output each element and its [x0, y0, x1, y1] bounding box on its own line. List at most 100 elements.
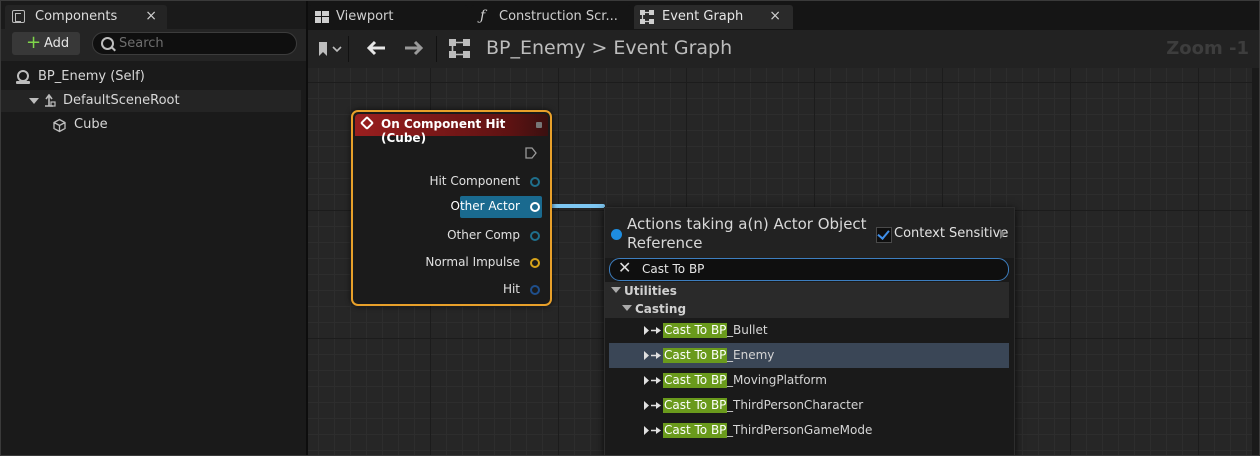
- pin-label: Normal Impulse: [425, 255, 520, 269]
- tree-item-label: BP_Enemy (Self): [38, 69, 145, 84]
- cast-node-icon: [644, 376, 661, 385]
- event-graph-icon: [449, 39, 470, 58]
- object-reference-icon: [611, 229, 622, 240]
- pin-icon[interactable]: [530, 285, 540, 295]
- action-menu: Actions taking a(n) Actor Object Referen…: [604, 207, 1015, 455]
- cast-node-icon: [644, 326, 661, 335]
- add-component-button[interactable]: + Add: [12, 32, 80, 55]
- bookmark-icon[interactable]: [318, 41, 344, 57]
- add-button-label: Add: [44, 36, 70, 51]
- pin-label: Other Comp: [447, 228, 520, 242]
- category-label: Casting: [635, 302, 687, 316]
- on-component-hit-node[interactable]: On Component Hit (Cube) Hit Component Ot…: [351, 110, 552, 306]
- event-icon: [359, 115, 375, 131]
- action-search-box[interactable]: ✕: [609, 258, 1009, 281]
- pin-icon[interactable]: [530, 231, 540, 241]
- expand-arrow-icon[interactable]: [29, 98, 39, 104]
- components-tab-label: Components: [35, 9, 118, 24]
- result-suffix: _MovingPlatform: [727, 373, 827, 387]
- tab-viewport[interactable]: Viewport: [308, 5, 468, 29]
- action-result-item[interactable]: Cast To BP _ThirdPersonGameMode: [609, 418, 1009, 443]
- result-suffix: _Bullet: [727, 323, 768, 337]
- collapse-arrow-icon[interactable]: [622, 305, 632, 311]
- node-header[interactable]: On Component Hit (Cube): [355, 114, 548, 145]
- result-suffix: _Enemy: [727, 348, 775, 362]
- action-result-item[interactable]: Cast To BP _Bullet: [609, 318, 1009, 343]
- tab-label: Construction Scr...: [499, 9, 618, 24]
- search-highlight: Cast To BP: [663, 348, 728, 363]
- context-sensitive-checkbox[interactable]: [876, 227, 892, 243]
- category-casting[interactable]: Casting: [605, 300, 1009, 318]
- action-result-item[interactable]: Cast To BP _ThirdPersonCharacter: [609, 393, 1009, 418]
- search-highlight: Cast To BP: [663, 323, 728, 338]
- tab-event-graph[interactable]: Event Graph ×: [634, 5, 793, 29]
- pin-icon[interactable]: [530, 177, 540, 187]
- plus-icon: +: [26, 32, 42, 53]
- tree-item-cube[interactable]: Cube: [1, 114, 301, 136]
- cast-node-icon: [644, 426, 661, 435]
- editor-tabs: Viewport ƒ Construction Scr... Event Gra…: [308, 1, 1259, 30]
- pin-label: Hit Component: [429, 174, 520, 188]
- expand-arrow-icon[interactable]: [1000, 229, 1005, 239]
- close-icon[interactable]: ×: [145, 8, 157, 24]
- search-highlight: Cast To BP: [663, 423, 728, 438]
- components-icon: [12, 10, 25, 23]
- cast-node-icon: [644, 351, 661, 360]
- components-toolbar: + Add: [1, 29, 306, 61]
- tab-label: Event Graph: [662, 9, 744, 24]
- action-result-item[interactable]: Cast To BP _MovingPlatform: [609, 368, 1009, 393]
- components-panel: Components × + Add BP_Enemy (Self) Defau…: [1, 1, 308, 455]
- back-arrow-icon[interactable]: [366, 40, 386, 56]
- tree-item-label: DefaultSceneRoot: [63, 93, 180, 108]
- event-graph-icon: [640, 10, 654, 24]
- components-search-input[interactable]: [119, 35, 289, 52]
- cast-node-icon: [644, 401, 661, 410]
- collapse-arrow-icon[interactable]: [611, 287, 621, 293]
- action-search-input[interactable]: [642, 261, 992, 277]
- pin-icon[interactable]: [530, 258, 540, 268]
- result-suffix: _ThirdPersonGameMode: [727, 423, 873, 437]
- search-icon: [101, 37, 114, 50]
- tree-item-label: Cube: [74, 117, 108, 132]
- tab-label: Viewport: [336, 9, 394, 24]
- components-search[interactable]: [92, 32, 297, 55]
- action-menu-header: Actions taking a(n) Actor Object Referen…: [605, 208, 1014, 258]
- delegate-pin[interactable]: [536, 122, 542, 128]
- exec-output-pin-icon[interactable]: [525, 147, 537, 159]
- tab-construction-script[interactable]: ƒ Construction Scr...: [471, 5, 631, 29]
- cube-icon: [53, 118, 66, 133]
- toolbar-divider: [436, 36, 437, 62]
- category-label: Utilities: [624, 284, 677, 298]
- forward-arrow-icon[interactable]: [404, 40, 424, 56]
- pin-label: Hit: [502, 282, 520, 296]
- viewport-icon: [315, 11, 329, 23]
- pin-icon[interactable]: [530, 202, 540, 212]
- search-highlight: Cast To BP: [663, 373, 728, 388]
- pin-wire: [549, 204, 605, 208]
- pin-other-actor[interactable]: Other Actor: [451, 196, 542, 218]
- breadcrumb: BP_Enemy > Event Graph: [486, 37, 732, 59]
- search-highlight: Cast To BP: [663, 398, 728, 413]
- breadcrumb-current: Event Graph: [613, 37, 733, 59]
- blueprint-editor: Components × + Add BP_Enemy (Self) Defau…: [0, 0, 1260, 456]
- actor-icon: [16, 70, 30, 84]
- pin-label: Other Actor: [450, 199, 520, 213]
- breadcrumb-separator: >: [591, 37, 608, 59]
- graph-scrollbar[interactable]: [1252, 68, 1259, 455]
- tree-item-defaultsceneroot[interactable]: DefaultSceneRoot: [1, 90, 301, 112]
- clear-icon[interactable]: ✕: [618, 258, 631, 277]
- graph-toolbar: BP_Enemy > Event Graph Zoom -1: [308, 30, 1259, 68]
- components-tab[interactable]: Components ×: [5, 5, 167, 29]
- action-menu-title: Actions taking a(n) Actor Object Referen…: [627, 215, 867, 252]
- function-icon: ƒ: [480, 8, 486, 24]
- scene-component-icon: [45, 94, 56, 107]
- node-title: On Component Hit (Cube): [381, 117, 506, 145]
- zoom-level: Zoom -1: [1166, 38, 1249, 59]
- close-icon[interactable]: ×: [769, 8, 781, 24]
- tree-item-self[interactable]: BP_Enemy (Self): [1, 66, 301, 88]
- breadcrumb-root[interactable]: BP_Enemy: [486, 37, 585, 59]
- action-result-item-selected[interactable]: Cast To BP _Enemy: [609, 343, 1009, 368]
- category-utilities[interactable]: Utilities: [605, 282, 1009, 300]
- context-sensitive-label: Context Sensitive: [894, 226, 1009, 241]
- result-suffix: _ThirdPersonCharacter: [727, 398, 864, 412]
